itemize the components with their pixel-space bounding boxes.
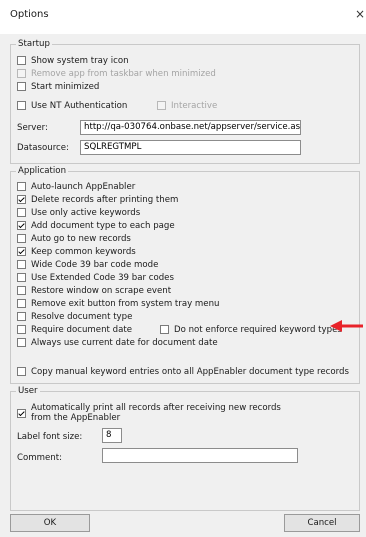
server-input[interactable]: http://qa-030764.onbase.net/appserver/se… — [80, 120, 301, 135]
use-nt-auth-box[interactable] — [17, 101, 26, 110]
do-not-enforce-label: Do not enforce required keyword types — [174, 325, 342, 335]
options-dialog: Options × Startup Show system tray icon … — [0, 0, 366, 537]
app-option-box[interactable] — [17, 260, 26, 269]
dialog-body: Startup Show system tray icon Remove app… — [0, 34, 366, 537]
app-option-box[interactable] — [17, 325, 26, 334]
show-tray-icon-label: Show system tray icon — [31, 56, 129, 66]
ok-button[interactable]: OK — [10, 514, 90, 532]
start-minimized-box[interactable] — [17, 82, 26, 91]
datasource-label: Datasource: — [17, 143, 69, 153]
auto-print-label-line2: from the AppEnabler — [31, 413, 121, 423]
auto-print-box[interactable] — [17, 409, 26, 418]
app-option-box[interactable] — [17, 286, 26, 295]
app-option-label: Auto-launch AppEnabler — [31, 182, 136, 192]
start-minimized-label: Start minimized — [31, 82, 100, 92]
cancel-button[interactable]: Cancel — [284, 514, 360, 532]
interactive-box — [157, 101, 166, 110]
datasource-input[interactable]: SQLREGTMPL — [80, 140, 301, 155]
show-tray-icon-box[interactable] — [17, 56, 26, 65]
app-option-box[interactable] — [17, 234, 26, 243]
user-legend: User — [18, 386, 38, 396]
app-option-label: Auto go to new records — [31, 234, 131, 244]
app-option-box[interactable] — [17, 247, 26, 256]
close-icon[interactable]: × — [355, 7, 365, 21]
app-option-label: Keep common keywords — [31, 247, 136, 257]
use-nt-auth-label: Use NT Authentication — [31, 101, 128, 111]
server-label: Server: — [17, 123, 48, 133]
title-bar: Options × — [0, 0, 366, 34]
application-legend: Application — [18, 166, 67, 176]
label-font-size-label: Label font size: — [17, 432, 83, 442]
copy-manual-label: Copy manual keyword entries onto all App… — [31, 367, 349, 377]
app-option-box[interactable] — [17, 312, 26, 321]
app-option-label: Always use current date for document dat… — [31, 338, 218, 348]
app-option-label: Require document date — [31, 325, 132, 335]
app-option-box[interactable] — [17, 221, 26, 230]
startup-legend: Startup — [18, 39, 50, 49]
copy-manual-box[interactable] — [17, 367, 26, 376]
comment-label: Comment: — [17, 453, 62, 463]
app-option-label: Wide Code 39 bar code mode — [31, 260, 159, 270]
comment-input[interactable] — [102, 448, 298, 463]
app-option-label: Use Extended Code 39 bar codes — [31, 273, 174, 283]
remove-from-taskbar-box — [17, 69, 26, 78]
app-option-label: Restore window on scrape event — [31, 286, 172, 296]
interactive-label: Interactive — [171, 101, 218, 111]
red-arrow-icon — [330, 320, 363, 332]
app-option-box[interactable] — [17, 299, 26, 308]
app-option-box[interactable] — [17, 273, 26, 282]
do-not-enforce-box[interactable] — [160, 325, 169, 334]
app-option-box[interactable] — [17, 208, 26, 217]
app-option-label: Use only active keywords — [31, 208, 141, 218]
window-title: Options — [10, 9, 49, 20]
app-option-box[interactable] — [17, 195, 26, 204]
app-option-label: Delete records after printing them — [31, 195, 179, 205]
app-option-label: Remove exit button from system tray menu — [31, 299, 220, 309]
app-option-box[interactable] — [17, 182, 26, 191]
label-font-size-input[interactable]: 8 — [102, 428, 122, 443]
app-option-label: Resolve document type — [31, 312, 133, 322]
app-option-box[interactable] — [17, 338, 26, 347]
app-option-label: Add document type to each page — [31, 221, 175, 231]
remove-from-taskbar-label: Remove app from taskbar when minimized — [31, 69, 216, 79]
